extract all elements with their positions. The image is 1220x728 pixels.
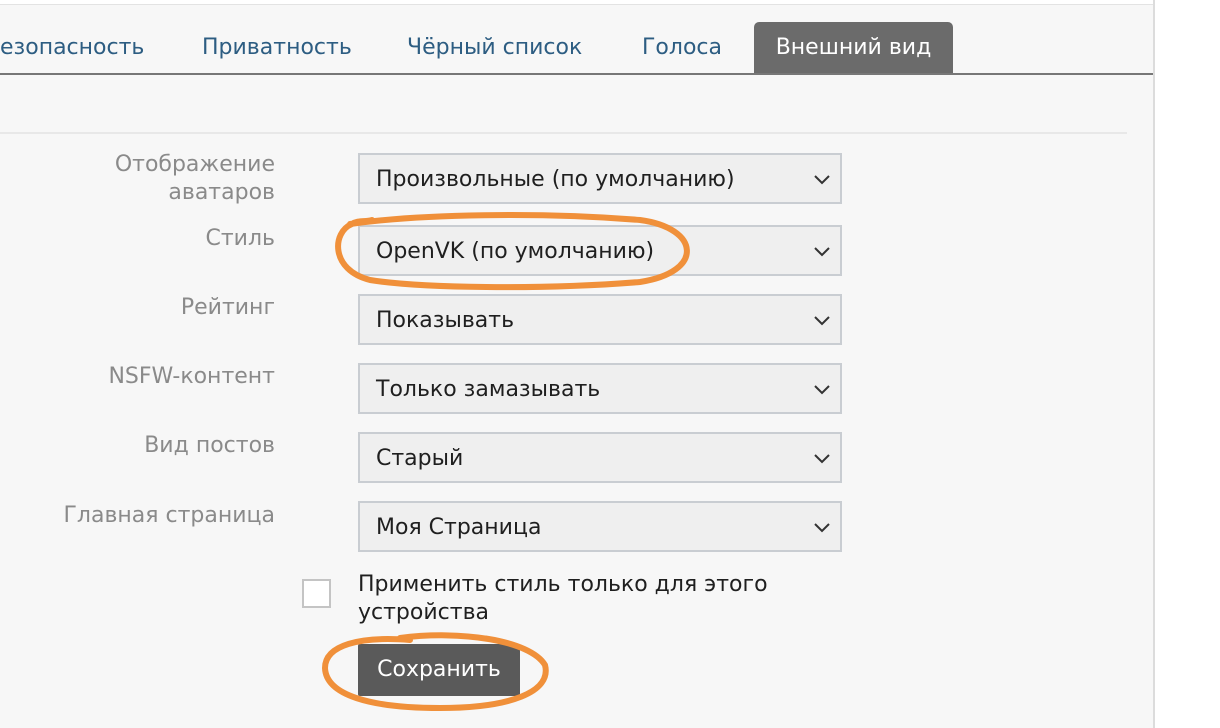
apply-device-checkbox[interactable] — [302, 579, 331, 608]
apply-device-label: Применить стиль только для этого устройс… — [358, 572, 768, 625]
tabs-underline — [0, 73, 1153, 75]
settings-tabs: езопасность Приватность Чёрный список Го… — [0, 22, 1153, 74]
tab-votes[interactable]: Голоса — [620, 22, 744, 74]
chevron-down-icon — [814, 175, 830, 185]
chevron-down-icon — [814, 523, 830, 533]
chevron-down-icon — [814, 385, 830, 395]
avatars-display-label: Отображение аватаров — [114, 152, 275, 205]
main-page-label: Главная страница — [63, 503, 275, 528]
style-select[interactable]: OpenVK (по умолчанию) — [358, 225, 842, 276]
rating-value: Показывать — [376, 308, 515, 333]
main-page-value: Моя Страница — [376, 515, 542, 540]
style-label: Стиль — [205, 226, 275, 251]
style-value: OpenVK (по умолчанию) — [376, 239, 655, 264]
top-strip — [0, 0, 1153, 5]
tab-appearance[interactable]: Внешний вид — [754, 22, 953, 74]
post-view-select[interactable]: Старый — [358, 432, 842, 483]
tab-security[interactable]: езопасность — [0, 22, 166, 74]
main-page-select[interactable]: Моя Страница — [358, 501, 842, 552]
settings-page: езопасность Приватность Чёрный список Го… — [0, 0, 1155, 728]
nsfw-select[interactable]: Только замазывать — [358, 363, 842, 414]
post-view-value: Старый — [376, 446, 464, 471]
tab-blacklist[interactable]: Чёрный список — [385, 22, 604, 74]
section-divider — [0, 132, 1127, 134]
chevron-down-icon — [814, 454, 830, 464]
avatars-display-select[interactable]: Произвольные (по умолчанию) — [358, 153, 842, 204]
tab-privacy[interactable]: Приватность — [180, 22, 374, 74]
rating-select[interactable]: Показывать — [358, 294, 842, 345]
save-button[interactable]: Сохранить — [358, 644, 520, 696]
post-view-label: Вид постов — [144, 433, 275, 458]
rating-label: Рейтинг — [180, 295, 275, 320]
nsfw-value: Только замазывать — [376, 377, 601, 402]
avatars-display-value: Произвольные (по умолчанию) — [376, 167, 735, 192]
nsfw-label: NSFW-контент — [108, 364, 275, 389]
chevron-down-icon — [814, 247, 830, 257]
chevron-down-icon — [814, 316, 830, 326]
